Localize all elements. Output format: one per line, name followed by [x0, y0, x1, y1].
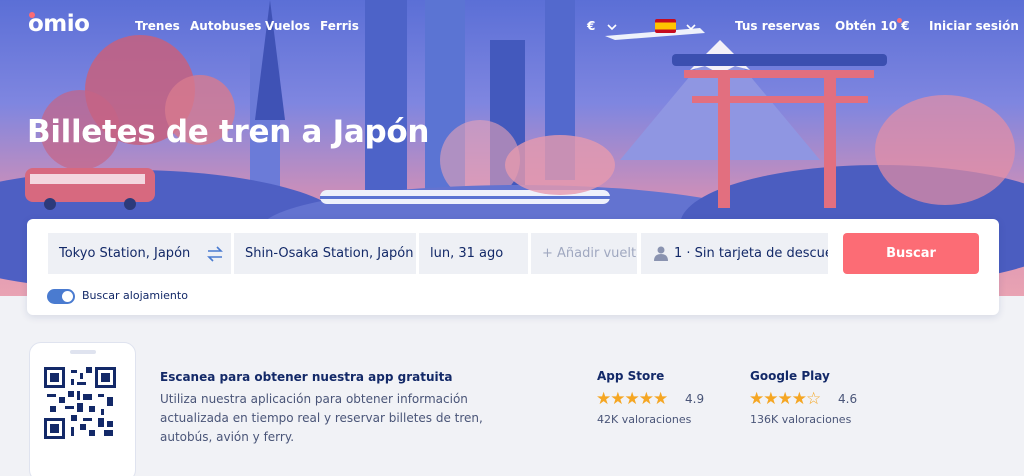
departure-date-input[interactable]: lun, 31 ago: [419, 233, 528, 274]
google-play-rating-count: 136K valoraciones: [750, 413, 852, 426]
google-play-rating: 4.6: [838, 392, 858, 406]
spain-flag-icon[interactable]: [655, 19, 676, 33]
google-play-name[interactable]: Google Play: [750, 369, 830, 383]
chevron-down-icon[interactable]: [607, 22, 617, 32]
accommodation-toggle-label[interactable]: Buscar alojamiento: [82, 289, 188, 302]
app-store-name[interactable]: App Store: [597, 369, 664, 383]
origin-input[interactable]: Tokyo Station, Japón: [48, 233, 231, 274]
currency-selector[interactable]: €: [587, 19, 595, 33]
phone-notch: [70, 350, 96, 354]
nav-ferries[interactable]: Ferris: [320, 19, 359, 33]
accommodation-toggle[interactable]: [47, 289, 75, 304]
login-link[interactable]: Iniciar sesión: [929, 19, 1019, 33]
notification-dot: [897, 18, 902, 23]
app-store-rating-count: 42K valoraciones: [597, 413, 692, 426]
app-promo-description: Utiliza nuestra aplicación para obtener …: [160, 392, 483, 444]
google-play-stars: ★★★★☆: [749, 389, 821, 409]
destination-input[interactable]: Shin-Osaka Station, Japón: [234, 233, 416, 274]
person-icon: [654, 246, 668, 261]
omio-logo[interactable]: omio: [28, 11, 90, 37]
nav-buses[interactable]: Autobuses: [190, 19, 261, 33]
nav-trains[interactable]: Trenes: [135, 19, 180, 33]
passengers-selector[interactable]: 1 · Sin tarjeta de descuento: [641, 233, 828, 274]
app-store-rating: 4.9: [685, 392, 705, 406]
search-form: Tokyo Station, Japón Shin-Osaka Station,…: [27, 219, 999, 315]
app-promo-title: Escanea para obtener nuestra app gratuit…: [160, 370, 453, 384]
search-button[interactable]: Buscar: [843, 233, 979, 274]
page-title: Billetes de tren a Japón: [27, 114, 430, 150]
app-store-stars: ★★★★★: [596, 389, 668, 409]
qr-code: [44, 367, 116, 439]
swap-icon[interactable]: [206, 246, 224, 262]
my-bookings-link[interactable]: Tus reservas: [735, 19, 820, 33]
chevron-down-icon[interactable]: [686, 22, 696, 32]
nav-flights[interactable]: Vuelos: [265, 19, 310, 33]
return-date-input[interactable]: + Añadir vuelta: [531, 233, 637, 274]
toggle-knob: [62, 291, 73, 302]
